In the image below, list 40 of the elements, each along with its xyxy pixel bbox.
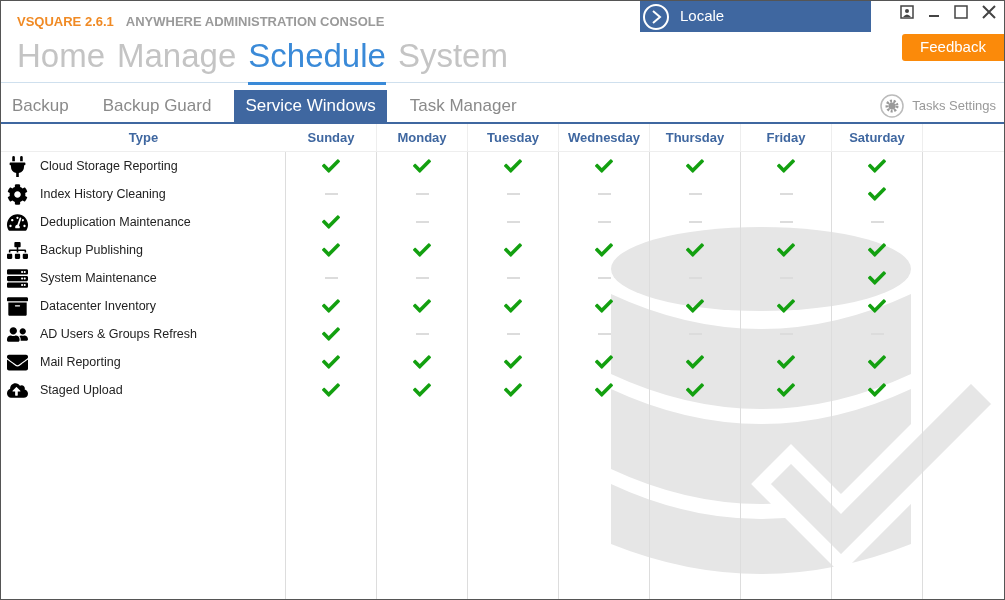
picture-icon[interactable] <box>900 5 914 19</box>
locale-bar[interactable]: Locale <box>640 1 871 32</box>
task-name: Staged Upload <box>40 381 123 399</box>
task-name: System Maintenance <box>40 269 157 287</box>
settings-icon <box>880 94 905 118</box>
column-header: Tuesday <box>487 128 539 147</box>
chevron-circle-icon <box>642 2 670 31</box>
maximize-icon[interactable] <box>954 5 968 19</box>
column-header: Sunday <box>307 128 355 147</box>
sub-tab[interactable]: Backup Guard <box>91 90 223 122</box>
nav-tab[interactable]: Schedule <box>248 33 386 85</box>
tasks-settings-button[interactable]: Tasks Settings <box>880 94 996 118</box>
task-name: Deduplication Maintenance <box>40 213 191 231</box>
box-icon <box>7 295 28 317</box>
tasks-settings-label: Tasks Settings <box>912 97 996 116</box>
feedback-button[interactable]: Feedback <box>902 34 1004 61</box>
hierarchy-icon <box>7 239 28 261</box>
column-header: Thursday <box>665 128 725 147</box>
column-header: Type <box>128 128 159 147</box>
gauge-icon <box>7 211 28 233</box>
column-header: Wednesday <box>568 128 640 147</box>
locale-label: Locale <box>680 6 725 27</box>
sub-tab[interactable]: Service Windows <box>234 90 387 122</box>
task-name: Backup Publishing <box>40 241 143 259</box>
task-name: Datacenter Inventory <box>40 297 157 315</box>
column-header: Friday <box>766 128 806 147</box>
task-name: Mail Reporting <box>40 353 121 371</box>
column-header: Monday <box>397 128 447 147</box>
sub-tab[interactable]: Task Manager <box>398 90 528 122</box>
app-brand: VSQUARE 2.6.1 <box>17 13 114 31</box>
app-title: ANYWHERE ADMINISTRATION CONSOLE <box>125 13 385 31</box>
server-icon <box>7 267 28 289</box>
task-name: Cloud Storage Reporting <box>40 157 178 175</box>
task-name: AD Users & Groups Refresh <box>40 325 197 343</box>
sub-tab[interactable]: Backup <box>1 90 80 122</box>
column-header: Saturday <box>849 128 905 147</box>
task-name: Index History Cleaning <box>40 185 166 203</box>
gear-icon <box>7 183 28 205</box>
close-icon[interactable] <box>982 5 996 19</box>
plug-icon <box>7 155 28 177</box>
